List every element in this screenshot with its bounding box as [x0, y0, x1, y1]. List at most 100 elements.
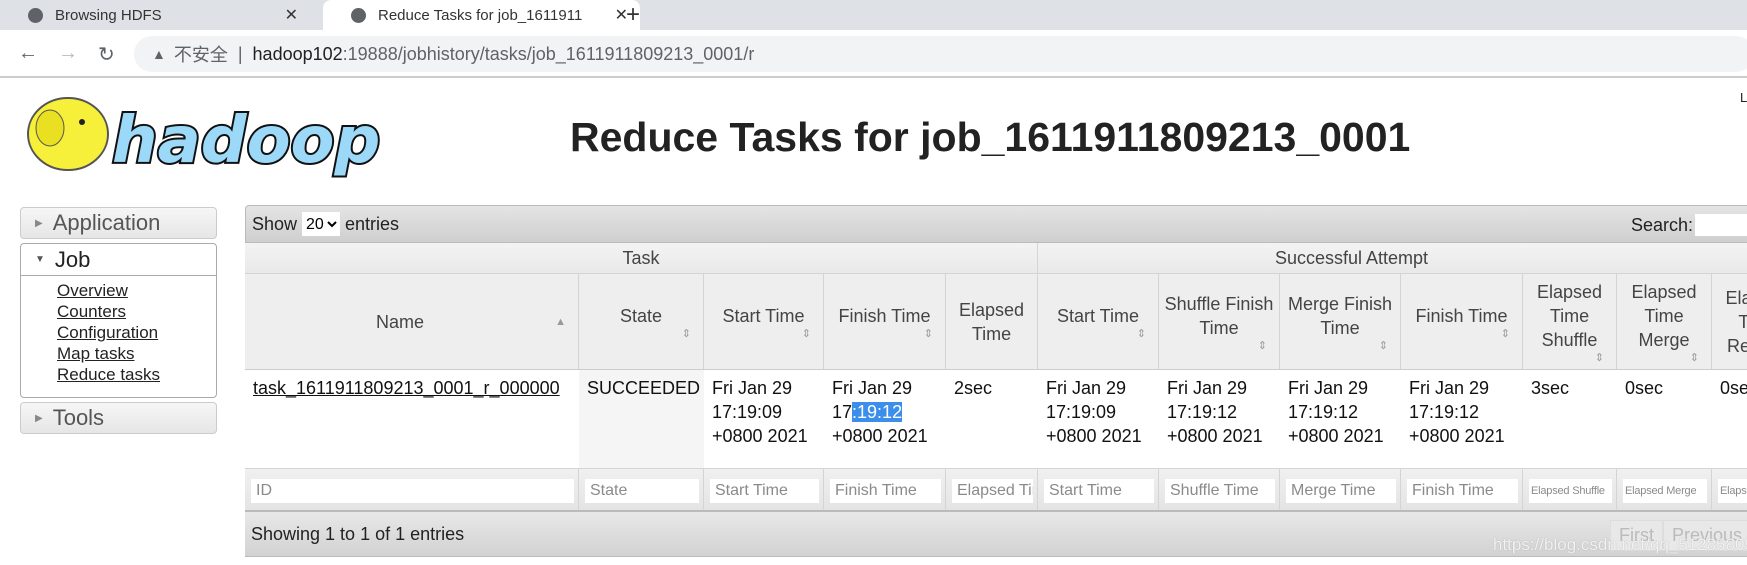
- column-header-8[interactable]: Finish Time ⇕: [1401, 274, 1523, 369]
- filter-cell: Shuffle Time: [1159, 469, 1280, 510]
- column-header-label: Elapsed Time: [958, 299, 1025, 344]
- hadoop-logo: hadoop: [27, 97, 382, 180]
- link-overview[interactable]: Overview: [57, 280, 216, 301]
- group-successful-attempt: Successful Attempt: [1274, 247, 1429, 268]
- column-header-label: State: [619, 305, 663, 326]
- search-input[interactable]: [1695, 214, 1747, 236]
- link-reduce-tasks[interactable]: Reduce tasks: [57, 364, 216, 385]
- table-toolbar: Show 20 entries Search:: [245, 205, 1747, 243]
- group-task: Task: [245, 243, 1038, 273]
- sort-icon: ⇕: [1136, 327, 1146, 340]
- close-tab-icon[interactable]: ✕: [285, 5, 298, 25]
- forward-icon[interactable]: →: [58, 42, 78, 65]
- sidebar-item-tools[interactable]: ▶ Tools: [20, 402, 217, 434]
- column-header-5[interactable]: Start Time ⇕: [1038, 274, 1159, 369]
- column-header-label: Elapsed Time Merge: [1631, 281, 1697, 350]
- table-cell: Fri Jan 29 17:19:09 +0800 2021: [712, 378, 808, 446]
- back-icon[interactable]: ←: [18, 42, 38, 65]
- table-cell: task_1611911809213_0001_r_000000: [245, 370, 579, 468]
- task-link[interactable]: task_1611911809213_0001_r_000000: [253, 378, 560, 398]
- column-header-label: Merge Finish Time: [1287, 293, 1393, 338]
- address-bar-row: ← → ↻ ▲ 不安全 | hadoop102:19888/jobhistory/…: [0, 30, 1747, 78]
- column-header-7[interactable]: Merge Finish Time ⇕: [1280, 274, 1401, 369]
- column-header-0[interactable]: Name ▲: [245, 274, 579, 369]
- caret-down-icon: ▼: [35, 254, 45, 265]
- table-cell: 0sec: [1720, 378, 1747, 398]
- column-header-6[interactable]: Shuffle Finish Time ⇕: [1159, 274, 1280, 369]
- table-cell: Fri Jan 29 17:19:09 +0800 2021: [1046, 378, 1142, 446]
- page-size-select[interactable]: 20: [302, 212, 341, 236]
- filter-placeholder: Elapsed Time: [957, 482, 1033, 499]
- sidebar: ▶ Application ▼ Job Overview Counters Conf…: [20, 207, 217, 434]
- sort-icon: ⇕: [1689, 351, 1699, 364]
- new-tab-button[interactable]: +: [626, 1, 640, 29]
- filter-placeholder: Start Time: [715, 482, 788, 499]
- sort-icon: ⇕: [1257, 339, 1267, 352]
- filter-cell: State: [579, 469, 704, 510]
- filter-input-0[interactable]: ID: [251, 479, 574, 503]
- table-cell: 2sec: [954, 378, 993, 398]
- column-header-label: Shuffle Finish Time: [1164, 293, 1274, 338]
- filter-input-11[interactable]: Elapsed Reduce: [1718, 479, 1747, 503]
- tab-browsing-hdfs[interactable]: Browsing HDFS ✕: [0, 0, 310, 30]
- url-input[interactable]: ▲ 不安全 | hadoop102:19888/jobhistory/tasks/…: [134, 36, 1747, 72]
- link-counters[interactable]: Counters: [57, 301, 216, 322]
- filter-cell: Start Time: [704, 469, 824, 510]
- selected-text: :19:12: [852, 402, 903, 422]
- sidebar-section-job: ▼ Job Overview Counters Configuration Map…: [20, 243, 217, 398]
- sidebar-item-application[interactable]: ▶ Application: [20, 207, 217, 239]
- table-cell: Fri Jan 29 17:19:12 +0800 2021: [1288, 378, 1384, 446]
- filter-input-10[interactable]: Elapsed Merge: [1623, 479, 1707, 503]
- filter-cell: Elapsed Shuffle: [1523, 469, 1617, 510]
- filter-row: ID State Start Time Finish Time Elapsed Time…: [245, 468, 1747, 512]
- column-header-3[interactable]: Finish Time ⇕: [824, 274, 946, 369]
- column-header-label: Elapsed Time Shuffle: [1536, 281, 1603, 350]
- column-header-label: Start Time: [722, 305, 805, 326]
- table-cell: 0sec: [1625, 378, 1664, 398]
- watermark: https://blog.csdn.net/qq_51285809: [1493, 535, 1747, 554]
- sort-icon: ⇕: [923, 327, 933, 340]
- column-header-label: Finish Time: [1415, 305, 1508, 326]
- filter-input-1[interactable]: State: [585, 479, 699, 503]
- column-header-2[interactable]: Start Time ⇕: [704, 274, 824, 369]
- filter-input-2[interactable]: Start Time: [710, 479, 819, 503]
- filter-cell: Start Time: [1038, 469, 1159, 510]
- warning-icon: ▲: [152, 46, 166, 62]
- column-header-9[interactable]: Elapsed Time Shuffle ⇕: [1523, 274, 1617, 369]
- filter-cell: Elapsed Time: [946, 469, 1038, 510]
- column-header-11[interactable]: Elapsed Time Reduce: [1712, 274, 1747, 369]
- column-header-4[interactable]: Elapsed Time: [946, 274, 1038, 369]
- filter-cell: Finish Time: [824, 469, 946, 510]
- tab-reduce-tasks[interactable]: Reduce Tasks for job_1611911 ✕: [323, 0, 640, 30]
- filter-cell: Elapsed Reduce: [1712, 469, 1747, 510]
- globe-icon: [28, 7, 43, 23]
- tasks-table: Show 20 entries Search: Task Successful …: [245, 205, 1747, 557]
- globe-icon: [351, 7, 366, 23]
- sidebar-item-job[interactable]: ▼ Job: [21, 244, 216, 276]
- column-header-1[interactable]: State ⇕: [579, 274, 704, 369]
- filter-cell: Elapsed Merge: [1617, 469, 1712, 510]
- table-cell: SUCCEEDED: [579, 370, 704, 468]
- sort-asc-icon: ▲: [555, 315, 566, 328]
- link-map-tasks[interactable]: Map tasks: [57, 343, 216, 364]
- top-right-link[interactable]: L: [1740, 90, 1747, 105]
- filter-input-4[interactable]: Elapsed Time: [952, 479, 1033, 503]
- filter-input-7[interactable]: Merge Time: [1286, 479, 1396, 503]
- filter-input-3[interactable]: Finish Time: [830, 479, 941, 503]
- filter-input-8[interactable]: Finish Time: [1407, 479, 1518, 503]
- filter-placeholder: Merge Time: [1291, 482, 1376, 499]
- filter-input-5[interactable]: Start Time: [1044, 479, 1154, 503]
- filter-input-6[interactable]: Shuffle Time: [1165, 479, 1275, 503]
- column-header-10[interactable]: Elapsed Time Merge ⇕: [1617, 274, 1712, 369]
- reload-icon[interactable]: ↻: [98, 42, 115, 67]
- filter-input-9[interactable]: Elapsed Shuffle: [1529, 479, 1612, 503]
- caret-right-icon: ▶: [35, 412, 43, 424]
- filter-placeholder: Finish Time: [835, 482, 917, 499]
- table-cell: Fri Jan 29 17:19:12 +0800 2021: [1167, 378, 1263, 446]
- filter-placeholder: Elapsed Reduce: [1720, 485, 1747, 497]
- link-configuration[interactable]: Configuration: [57, 322, 216, 343]
- column-header-label: Finish Time: [838, 305, 931, 326]
- sort-icon: ⇕: [1500, 327, 1510, 340]
- sort-icon: ⇕: [1378, 339, 1388, 352]
- filter-cell: Finish Time: [1401, 469, 1523, 510]
